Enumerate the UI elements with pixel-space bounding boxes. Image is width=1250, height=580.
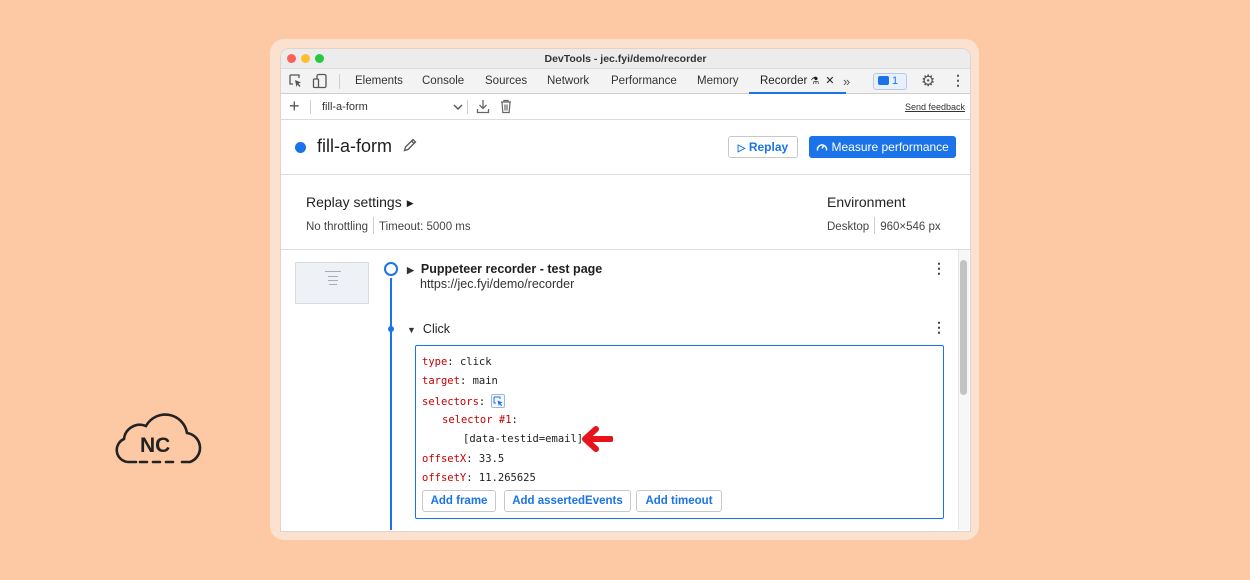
window-title: DevTools - jec.fyi/demo/recorder (544, 53, 707, 65)
step-title: Puppeteer recorder - test page (420, 262, 603, 276)
gear-icon[interactable]: ⚙ (921, 71, 935, 91)
step-url: https://jec.fyi/demo/recorder (420, 277, 575, 291)
issues-count: 1 (892, 75, 899, 87)
tab-console[interactable]: Console (422, 69, 464, 94)
devtools-window: DevTools - jec.fyi/demo/recorder Element… (281, 49, 970, 531)
toolbar-separator (339, 74, 340, 89)
delete-icon[interactable] (500, 99, 512, 114)
step-menu-icon[interactable]: ⋮ (932, 260, 946, 277)
property-row: target: main (422, 375, 498, 387)
steps-list: ▶ Puppeteer recorder - test page https://… (281, 250, 970, 530)
step-navigate[interactable]: ▶ Puppeteer recorder - test page https://… (407, 262, 602, 291)
tab-network[interactable]: Network (547, 69, 589, 94)
chevron-down-icon[interactable] (453, 103, 463, 111)
recording-status-dot (295, 142, 306, 153)
selector-picker-icon[interactable] (491, 394, 506, 408)
environment-values: Desktop 960×546 px (827, 217, 941, 234)
throttling-value: No throttling (306, 221, 369, 233)
download-icon[interactable] (476, 99, 490, 114)
step-title: Click (422, 322, 451, 336)
step-click[interactable]: ▼ Click (407, 322, 450, 336)
property-key: target (422, 375, 460, 387)
replay-button[interactable]: ▷ Replay (728, 136, 798, 158)
devtools-tab-bar: Elements Console Sources Network Perform… (281, 69, 970, 94)
toolbar-separator (467, 100, 468, 114)
property-key: offsetX (422, 453, 467, 465)
caret-right-icon: ▶ (406, 198, 414, 208)
replay-settings-values: No throttling Timeout: 5000 ms (306, 217, 471, 234)
replay-settings-panel: Replay settings ▶ No throttling Timeout: 5… (281, 175, 970, 250)
measure-performance-label: Measure performance (831, 140, 949, 154)
caret-down-icon[interactable]: ▼ (407, 325, 416, 335)
replay-settings-toggle[interactable]: Replay settings ▶ (306, 194, 414, 210)
property-row: type: click (422, 356, 492, 368)
caret-right-icon[interactable]: ▶ (407, 265, 414, 275)
title-bar: DevTools - jec.fyi/demo/recorder (281, 49, 970, 69)
timeline-substep-marker (388, 326, 394, 332)
step-menu-icon[interactable]: ⋮ (932, 319, 946, 336)
tab-sources[interactable]: Sources (485, 69, 527, 94)
gauge-icon (816, 144, 828, 151)
timeline-line (390, 278, 392, 530)
timeline-step-marker (384, 262, 398, 276)
message-icon (878, 76, 889, 85)
recording-title: fill-a-form (317, 136, 392, 156)
more-tabs-icon[interactable]: » (843, 69, 850, 94)
logo-text: NC (140, 434, 170, 457)
device-toolbar-icon[interactable] (312, 73, 328, 89)
recording-select[interactable]: fill-a-form (322, 94, 368, 120)
create-recording-icon[interactable]: + (289, 95, 300, 117)
highlight-arrow-icon (582, 426, 613, 452)
property-row: selectors: (422, 394, 506, 408)
cloud-icon: NC (115, 413, 202, 464)
experiment-flask-icon: ⚗ (810, 76, 820, 87)
property-key: type (422, 356, 448, 368)
inspect-element-icon[interactable] (288, 73, 304, 89)
recorder-toolbar: + fill-a-form Send feedback (281, 94, 970, 120)
viewport-value: 960×546 px (880, 221, 941, 233)
environment-title: Environment (827, 194, 906, 210)
recording-header: fill-a-form ▷ Replay Measure performance (281, 120, 970, 175)
property-value[interactable]: 33.5 (479, 453, 504, 465)
page-thumbnail (295, 262, 369, 304)
value-separator (874, 217, 876, 234)
tab-recorder-label: Recorder (760, 75, 808, 87)
tab-recorder[interactable]: Recorder ⚗ ✕ (749, 69, 846, 94)
property-key: selector #1 (442, 414, 512, 426)
close-window-button[interactable] (287, 54, 296, 63)
issues-counter-button[interactable]: 1 (873, 73, 907, 90)
device-value: Desktop (827, 221, 870, 233)
minimize-window-button[interactable] (301, 54, 310, 63)
send-feedback-link[interactable]: Send feedback (905, 94, 965, 120)
edit-title-icon[interactable] (402, 137, 418, 153)
scrollbar-thumb[interactable] (960, 260, 967, 395)
property-value[interactable]: 11.265625 (479, 472, 536, 484)
maximize-window-button[interactable] (315, 54, 324, 63)
property-row: offsetY: 11.265625 (422, 472, 536, 484)
property-row: offsetX: 33.5 (422, 453, 505, 465)
property-value[interactable]: click (460, 356, 492, 368)
replay-settings-title: Replay settings (306, 194, 402, 210)
selector-value[interactable]: [data-testid=email] (463, 433, 583, 445)
close-tab-icon[interactable]: ✕ (825, 75, 834, 87)
value-separator (373, 217, 375, 234)
more-options-icon[interactable]: ⋮ (951, 72, 965, 89)
replay-label: Replay (748, 140, 789, 154)
tab-memory[interactable]: Memory (697, 69, 739, 94)
play-icon: ▷ (737, 143, 746, 154)
property-key: selectors (422, 396, 479, 408)
nc-cloud-logo: NC (114, 408, 204, 471)
measure-performance-button[interactable]: Measure performance (809, 136, 956, 158)
tab-performance[interactable]: Performance (611, 69, 677, 94)
property-value[interactable]: main (473, 375, 498, 387)
property-row: selector #1: (442, 414, 518, 426)
add-timeout-button[interactable]: Add timeout (636, 490, 722, 512)
add-frame-button[interactable]: Add frame (422, 490, 496, 512)
step-details-editor[interactable]: type: click target: main selectors: sele… (415, 345, 944, 519)
tab-elements[interactable]: Elements (355, 69, 403, 94)
toolbar-separator (310, 100, 311, 114)
add-asserted-events-button[interactable]: Add assertedEvents (504, 490, 631, 512)
timeout-value: Timeout: 5000 ms (379, 221, 471, 233)
property-key: offsetY (422, 472, 467, 484)
